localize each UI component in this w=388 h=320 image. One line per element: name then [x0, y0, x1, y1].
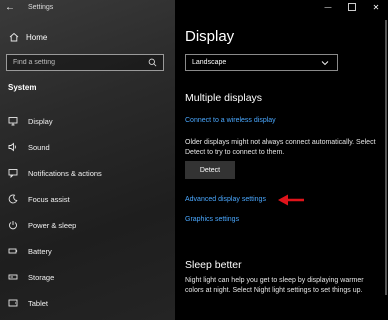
sidebar-item-display[interactable]: Display — [0, 108, 175, 134]
battery-icon — [7, 245, 19, 257]
sidebar-item-notifications[interactable]: Notifications & actions — [0, 160, 175, 186]
maximize-icon — [348, 2, 356, 13]
sidebar-item-label: Notifications & actions — [28, 168, 102, 178]
app-title: Settings — [28, 4, 54, 11]
red-arrow-annotation-icon — [278, 194, 304, 206]
speaker-icon — [7, 141, 19, 153]
sidebar: ← Settings Home System Display — [0, 0, 175, 320]
tablet-icon — [7, 297, 19, 309]
display-icon — [7, 115, 19, 127]
multiple-displays-description: Older displays might not always connect … — [185, 139, 376, 156]
minimize-button[interactable]: — — [316, 0, 340, 15]
sidebar-item-power-sleep[interactable]: Power & sleep — [0, 212, 175, 238]
chevron-down-icon — [319, 57, 331, 69]
sidebar-item-battery[interactable]: Battery — [0, 238, 175, 264]
sidebar-item-label: Display — [28, 116, 53, 126]
close-button[interactable]: ✕ — [364, 0, 388, 15]
search-input[interactable] — [13, 59, 143, 66]
search-box[interactable] — [6, 54, 164, 71]
sidebar-item-label: Focus assist — [28, 194, 70, 204]
window-controls: — ✕ — [316, 0, 388, 15]
orientation-dropdown[interactable]: Landscape — [185, 54, 338, 71]
power-icon — [7, 219, 19, 231]
storage-icon — [7, 271, 19, 283]
home-nav-item[interactable]: Home — [0, 28, 175, 46]
minimize-icon: — — [324, 4, 332, 11]
advanced-display-settings-link[interactable]: Advanced display settings — [185, 196, 266, 203]
sidebar-nav: Display Sound Notifications & actions Fo… — [0, 108, 175, 316]
graphics-settings-link[interactable]: Graphics settings — [185, 216, 239, 223]
maximize-button[interactable] — [340, 0, 364, 15]
moon-icon — [7, 193, 19, 205]
sidebar-item-label: Battery — [28, 246, 52, 256]
scrollbar[interactable] — [385, 20, 387, 295]
sidebar-item-label: Power & sleep — [28, 220, 77, 230]
back-arrow-icon: ← — [5, 2, 15, 13]
sidebar-item-label: Tablet — [28, 298, 49, 308]
multiple-displays-heading: Multiple displays — [185, 92, 263, 104]
search-icon[interactable] — [146, 57, 158, 69]
sidebar-item-focus-assist[interactable]: Focus assist — [0, 186, 175, 212]
sidebar-item-storage[interactable]: Storage — [0, 264, 175, 290]
sidebar-item-label: Sound — [28, 142, 50, 152]
sidebar-item-tablet[interactable]: Tablet — [0, 290, 175, 316]
page-title: Display — [185, 28, 235, 45]
back-button[interactable]: ← — [0, 0, 20, 15]
section-heading-system: System — [8, 83, 37, 92]
sidebar-item-label: Storage — [28, 272, 55, 282]
detect-button[interactable]: Detect — [185, 161, 235, 179]
sleep-better-description: Night light can help you get to sleep by… — [185, 277, 364, 294]
home-icon — [8, 31, 20, 43]
connect-wireless-display-link[interactable]: Connect to a wireless display — [185, 117, 276, 124]
notifications-icon — [7, 167, 19, 179]
home-label: Home — [26, 32, 48, 42]
title-bar: ← Settings — [0, 0, 175, 15]
main-content: — ✕ Display Landscape Multiple displays … — [175, 0, 388, 320]
close-icon: ✕ — [372, 3, 380, 12]
orientation-value: Landscape — [192, 59, 227, 66]
sidebar-item-sound[interactable]: Sound — [0, 134, 175, 160]
sleep-better-heading: Sleep better — [185, 259, 242, 271]
settings-window: ← Settings Home System Display — [0, 0, 388, 320]
